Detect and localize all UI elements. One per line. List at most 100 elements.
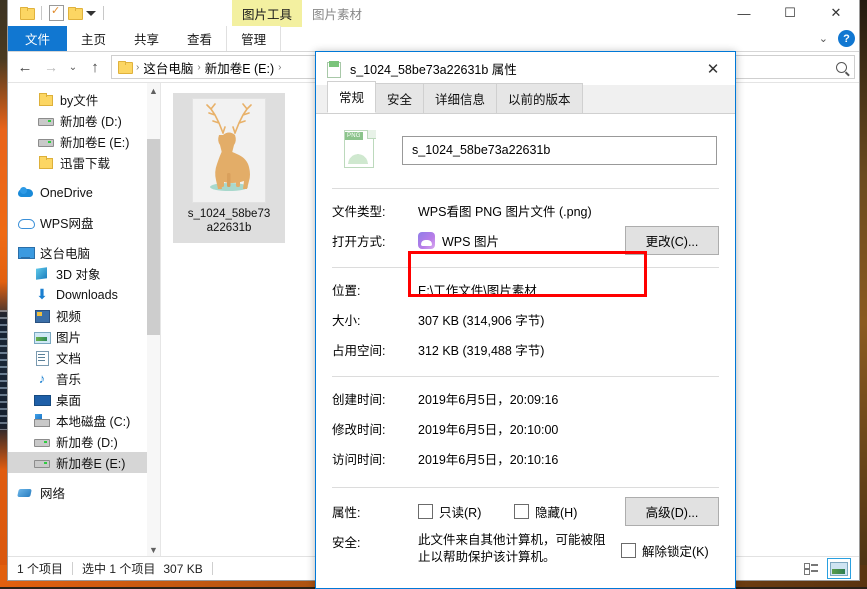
tab-previous-versions[interactable]: 以前的版本 xyxy=(496,83,583,113)
breadcrumb-separator: › xyxy=(278,61,282,73)
divider xyxy=(41,6,42,20)
sidebar-item-documents[interactable]: 文档 xyxy=(8,347,160,368)
close-button[interactable]: ✕ xyxy=(813,0,859,26)
sidebar-item-label: 新加卷 (D:) xyxy=(60,115,122,129)
open-with-row: 打开方式: WPS 图片 更改(C)... xyxy=(316,225,735,255)
minimize-button[interactable]: — xyxy=(721,0,767,26)
sidebar-item-network[interactable]: 网络 xyxy=(8,482,160,503)
up-button[interactable]: ↑ xyxy=(82,54,108,80)
sidebar-item-3d-objects[interactable]: 3D 对象 xyxy=(8,263,160,284)
change-button[interactable]: 更改(C)... xyxy=(625,225,719,255)
forward-button[interactable]: → xyxy=(38,54,64,80)
scroll-up-icon[interactable]: ▲ xyxy=(147,83,160,99)
large-icons-view-button[interactable] xyxy=(827,558,851,579)
sidebar-item-downloads[interactable]: ⬇ Downloads xyxy=(8,284,160,305)
breadcrumb-item-this-pc[interactable]: 这台电脑 xyxy=(143,58,193,77)
divider xyxy=(103,6,104,20)
sidebar-item-pictures[interactable]: 图片 xyxy=(8,326,160,347)
help-icon[interactable]: ? xyxy=(838,30,855,47)
sidebar-item-this-pc[interactable]: 这台电脑 xyxy=(8,242,160,263)
pictures-icon xyxy=(34,329,51,344)
file-item[interactable]: s_1024_58be73 a22631b xyxy=(173,93,285,243)
explorer-title-bar: 图片工具 图片素材 — ☐ ✕ xyxy=(8,0,859,27)
sidebar-item-label: 视频 xyxy=(56,310,82,324)
folder-icon[interactable] xyxy=(20,7,35,20)
context-tab-picture-material[interactable]: 图片素材 xyxy=(302,0,372,27)
sidebar-item-videos[interactable]: 视频 xyxy=(8,305,160,326)
contextual-tab-group: 图片工具 图片素材 xyxy=(232,0,372,27)
sidebar-item-music[interactable]: ♪ 音乐 xyxy=(8,368,160,389)
sidebar-item-label: 本地磁盘 (C:) xyxy=(56,415,131,429)
context-tab-picture-tools[interactable]: 图片工具 xyxy=(232,0,303,27)
chevron-down-icon[interactable]: ⌄ xyxy=(819,32,828,45)
sidebar-item-volume-e-top[interactable]: 新加卷E (E:) xyxy=(8,131,160,152)
this-pc-icon xyxy=(18,245,35,260)
tab-general[interactable]: 常规 xyxy=(327,81,377,113)
tab-view[interactable]: 查看 xyxy=(173,26,226,51)
file-type-row: 文件类型: WPS看图 PNG 图片文件 (.png) xyxy=(316,195,735,225)
unblock-checkbox[interactable] xyxy=(621,543,636,558)
divider xyxy=(72,562,74,575)
hidden-checkbox[interactable] xyxy=(514,503,529,519)
sidebar-item-label: OneDrive xyxy=(40,185,93,200)
onedrive-icon xyxy=(18,185,34,200)
recent-locations-icon[interactable]: ⌄ xyxy=(64,54,82,80)
back-button[interactable]: ← xyxy=(12,54,38,80)
divider xyxy=(332,188,719,189)
sidebar-item-volume-d-2[interactable]: 新加卷 (D:) xyxy=(8,431,160,452)
properties-icon[interactable] xyxy=(49,4,64,21)
advanced-button[interactable]: 高级(D)... xyxy=(625,496,719,526)
dialog-close-button[interactable]: ✕ xyxy=(691,52,735,85)
sidebar-item-label: 图片 xyxy=(56,331,82,345)
tab-share[interactable]: 共享 xyxy=(120,26,173,51)
scrollbar-thumb[interactable] xyxy=(147,139,160,335)
size-label: 大小: xyxy=(332,313,361,328)
ribbon-tab-bar: 文件 主页 共享 查看 管理 ⌄ ? xyxy=(8,26,859,52)
tab-security[interactable]: 安全 xyxy=(375,83,425,113)
sidebar-item-label: 桌面 xyxy=(56,394,82,408)
open-with-app: WPS 图片 xyxy=(418,231,625,250)
readonly-checkbox-group[interactable]: 只读(R) xyxy=(418,502,514,521)
status-selection: 选中 1 个项目 xyxy=(82,562,156,576)
search-icon xyxy=(836,61,847,73)
sidebar-item-by-file[interactable]: by文件 xyxy=(8,89,160,110)
tab-home[interactable]: 主页 xyxy=(67,26,120,51)
sidebar-item-label: Downloads xyxy=(56,287,118,302)
hidden-label: 隐藏(H) xyxy=(535,505,578,520)
drive-icon xyxy=(34,455,50,470)
modified-label: 修改时间: xyxy=(332,422,386,437)
unblock-checkbox-group[interactable]: 解除锁定(K) xyxy=(621,541,709,560)
file-name-input[interactable]: s_1024_58be73a22631b xyxy=(402,135,717,165)
png-file-icon xyxy=(327,60,342,78)
tab-manage[interactable]: 管理 xyxy=(226,26,282,51)
sidebar-item-volume-d[interactable]: 新加卷 (D:) xyxy=(8,110,160,131)
ribbon-right-controls: ⌄ ? xyxy=(819,26,855,51)
sidebar-item-label: 文档 xyxy=(56,352,82,366)
status-left: 1 个项目 选中 1 个项目 307 KB xyxy=(8,560,222,577)
status-size: 307 KB xyxy=(163,561,203,576)
file-thumbnail xyxy=(193,99,265,202)
new-folder-icon[interactable] xyxy=(68,7,83,20)
sidebar-item-label: 迅雷下载 xyxy=(60,157,111,171)
sidebar-item-thunder-download[interactable]: 迅雷下载 xyxy=(8,152,160,173)
png-large-icon: PNG xyxy=(340,128,380,172)
maximize-button[interactable]: ☐ xyxy=(767,0,813,26)
readonly-checkbox[interactable] xyxy=(418,503,433,519)
sidebar-item-local-disk-c[interactable]: 本地磁盘 (C:) xyxy=(8,410,160,431)
tab-details[interactable]: 详细信息 xyxy=(423,83,498,113)
sidebar-item-volume-e-selected[interactable]: 新加卷E (E:) xyxy=(8,452,160,473)
hidden-checkbox-group[interactable]: 隐藏(H) xyxy=(514,502,625,521)
breadcrumb-item-volume-e[interactable]: 新加卷E (E:) xyxy=(205,58,274,77)
sidebar-item-wps-cloud[interactable]: WPS网盘 xyxy=(8,212,160,233)
tab-file[interactable]: 文件 xyxy=(8,26,68,51)
sidebar-item-onedrive[interactable]: OneDrive xyxy=(8,182,160,203)
details-view-button[interactable] xyxy=(800,559,822,578)
navigation-scrollbar[interactable]: ▲ ▼ xyxy=(147,83,160,558)
dialog-title: s_1024_58be73a22631b 属性 xyxy=(350,63,517,77)
system-drive-icon xyxy=(34,413,50,428)
documents-icon xyxy=(34,350,50,366)
folder-icon xyxy=(118,61,133,74)
customize-caret-icon[interactable] xyxy=(86,10,96,16)
sidebar-item-desktop[interactable]: 桌面 xyxy=(8,389,160,410)
